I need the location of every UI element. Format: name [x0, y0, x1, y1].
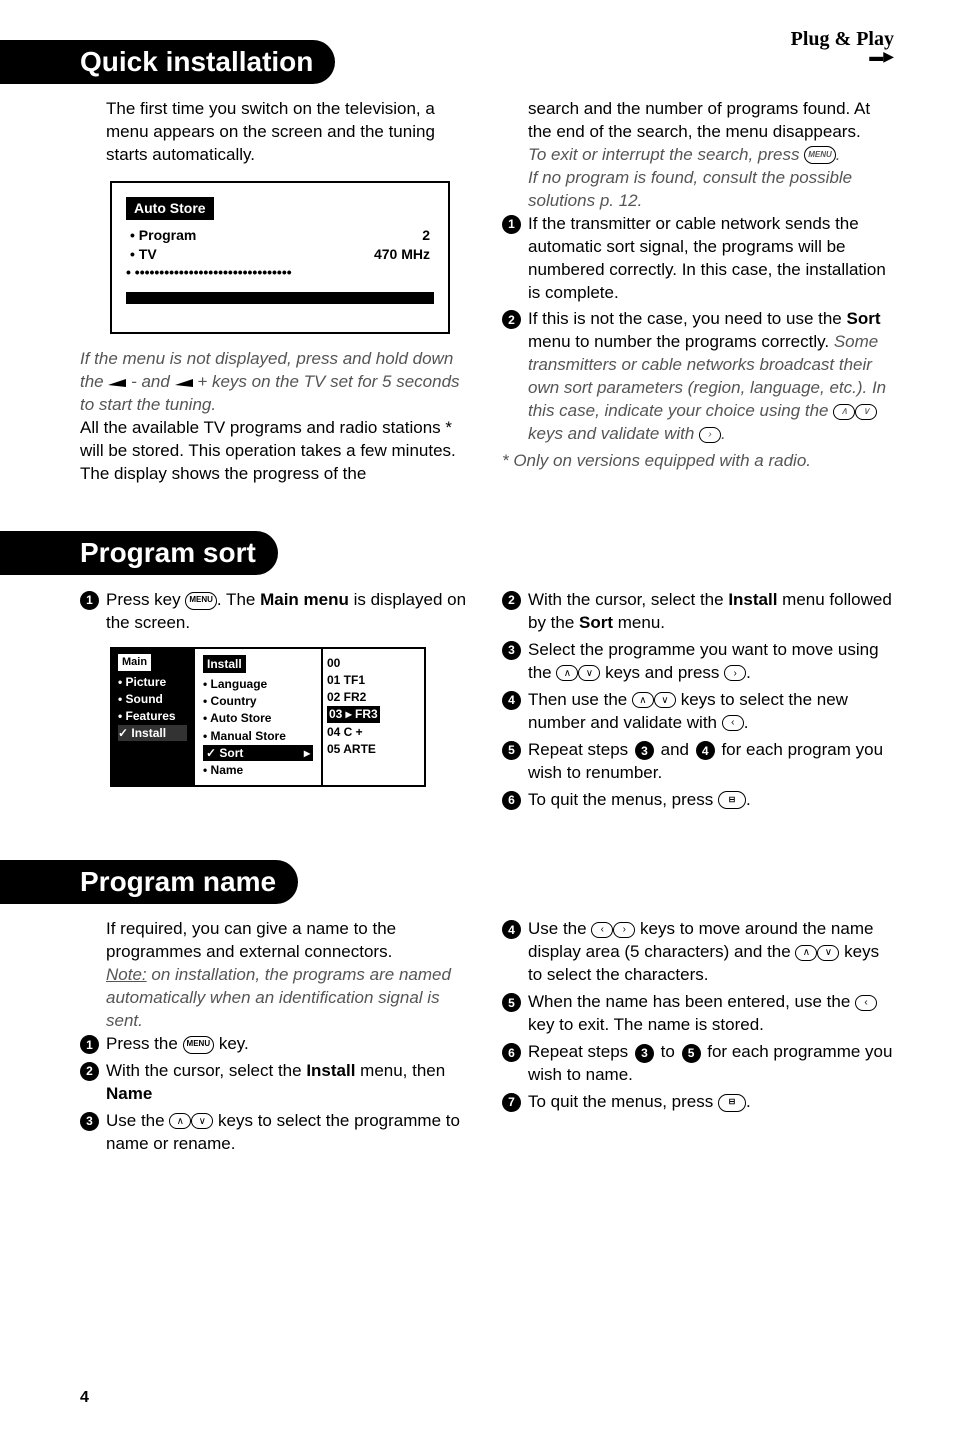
quick-exit-note: To exit or interrupt the search, press M… — [502, 144, 894, 167]
bullet-3-icon: 3 — [502, 641, 521, 660]
menu-row-dots: • •••••••••••••••••••••••••••••••• — [126, 263, 434, 282]
bullet-2-icon: 2 — [80, 1062, 99, 1081]
section-program-sort: Program sort 1 Press key MENU. The Main … — [80, 531, 894, 815]
bullet-6-icon: 6 — [502, 1043, 521, 1062]
up-key-icon: ∧ — [169, 1113, 191, 1129]
diagram-values-panel: 00 01 TF1 02 FR2 03 ▸ FR3 04 C + 05 ARTE — [321, 647, 426, 787]
right-key-icon: › — [724, 665, 746, 681]
sort-step-2: 2 With the cursor, select the Install me… — [502, 589, 894, 635]
diagram-install-panel: Install • Language • Country • Auto Stor… — [193, 647, 323, 787]
plug-and-play-badge: Plug & Play ▬▶ — [791, 28, 894, 65]
plug-text: Plug & Play — [791, 28, 894, 50]
volume-minus-icon — [108, 379, 126, 387]
menu-key-icon: MENU — [804, 146, 836, 164]
sort-step-6: 6 To quit the menus, press ⊟. — [502, 789, 894, 812]
quick-item-1: 1 If the transmitter or cable network se… — [502, 213, 894, 305]
bullet-2-icon: 2 — [502, 310, 521, 329]
diagram-main-panel: Main • Picture • Sound • Features ✓ Inst… — [110, 647, 195, 787]
section-title-quick: Quick installation — [0, 40, 335, 84]
name-step-5: 5 When the name has been entered, use th… — [502, 991, 894, 1037]
menu-progress-bar — [126, 292, 434, 304]
ref-4-icon: 4 — [696, 741, 715, 760]
name-step-2: 2 With the cursor, select the Install me… — [80, 1060, 472, 1106]
exit-key-icon: ⊟ — [718, 1094, 746, 1112]
menu-row-program: • Program 2 — [126, 226, 434, 245]
sort-right-col: 2 With the cursor, select the Install me… — [502, 589, 894, 815]
ref-3-icon: 3 — [635, 1044, 654, 1063]
bullet-5-icon: 5 — [502, 993, 521, 1012]
name-step-3: 3 Use the ∧∨ keys to select the programm… — [80, 1110, 472, 1156]
down-key-icon: ∨ — [654, 692, 676, 708]
quick-right-col: search and the number of programs found.… — [502, 98, 894, 486]
quick-noprog: If no program is found, consult the poss… — [502, 167, 894, 213]
bullet-4-icon: 4 — [502, 920, 521, 939]
bullet-7-icon: 7 — [502, 1093, 521, 1112]
exit-key-icon: ⊟ — [718, 791, 746, 809]
plug-icon: ▬▶ — [791, 48, 894, 65]
bullet-1-icon: 1 — [502, 215, 521, 234]
name-intro: If required, you can give a name to the … — [80, 918, 472, 964]
quick-item-2: 2 If this is not the case, you need to u… — [502, 308, 894, 446]
left-key-icon: ‹ — [591, 922, 613, 938]
name-step-1: 1 Press the MENU key. — [80, 1033, 472, 1056]
down-key-icon: ∨ — [855, 404, 877, 420]
right-key-icon: › — [699, 427, 721, 443]
ref-5-icon: 5 — [682, 1044, 701, 1063]
sort-left-col: 1 Press key MENU. The Main menu is displ… — [80, 589, 472, 815]
quick-cont: search and the number of programs found.… — [502, 98, 894, 144]
name-step-7: 7 To quit the menus, press ⊟. — [502, 1091, 894, 1114]
right-key-icon: › — [613, 922, 635, 938]
menu-row-tv: • TV 470 MHz — [126, 245, 434, 264]
name-step-4: 4 Use the ‹› keys to move around the nam… — [502, 918, 894, 987]
menu-title: Auto Store — [126, 197, 214, 220]
name-note: Note: on installation, the programs are … — [80, 964, 472, 1033]
quick-footnote: * Only on versions equipped with a radio… — [502, 450, 894, 473]
section-title-sort: Program sort — [0, 531, 278, 575]
section-title-name: Program name — [0, 860, 298, 904]
auto-store-menu: Auto Store • Program 2 • TV 470 MHz • ••… — [110, 181, 450, 335]
ref-3-icon: 3 — [635, 741, 654, 760]
volume-plus-icon — [175, 379, 193, 387]
sort-step-5: 5 Repeat steps 3 and 4 for each program … — [502, 739, 894, 785]
bullet-3-icon: 3 — [80, 1112, 99, 1131]
left-key-icon: ‹ — [855, 995, 877, 1011]
sort-step-1: 1 Press key MENU. The Main menu is displ… — [80, 589, 472, 635]
up-key-icon: ∧ — [632, 692, 654, 708]
bullet-4-icon: 4 — [502, 691, 521, 710]
menu-key-icon: MENU — [185, 592, 217, 610]
left-key-icon: ‹ — [722, 715, 744, 731]
down-key-icon: ∨ — [817, 945, 839, 961]
page-number: 4 — [80, 1389, 89, 1407]
down-key-icon: ∨ — [191, 1113, 213, 1129]
sort-diagram: Main • Picture • Sound • Features ✓ Inst… — [110, 647, 472, 787]
bullet-5-icon: 5 — [502, 741, 521, 760]
bullet-6-icon: 6 — [502, 791, 521, 810]
bullet-1-icon: 1 — [80, 1035, 99, 1054]
up-key-icon: ∧ — [556, 665, 578, 681]
bullet-2-icon: 2 — [502, 591, 521, 610]
name-step-6: 6 Repeat steps 3 to 5 for each programme… — [502, 1041, 894, 1087]
up-key-icon: ∧ — [833, 404, 855, 420]
name-right-col: 4 Use the ‹› keys to move around the nam… — [502, 918, 894, 1159]
sort-step-4: 4 Then use the ∧∨ keys to select the new… — [502, 689, 894, 735]
quick-intro: The first time you switch on the televis… — [80, 98, 472, 167]
up-key-icon: ∧ — [795, 945, 817, 961]
bullet-1-icon: 1 — [80, 591, 99, 610]
down-key-icon: ∨ — [578, 665, 600, 681]
quick-note-displayed: If the menu is not displayed, press and … — [80, 348, 472, 417]
quick-para2: All the available TV programs and radio … — [80, 417, 472, 486]
section-quick-installation: Quick installation The first time you sw… — [80, 40, 894, 486]
section-program-name: Program name If required, you can give a… — [80, 860, 894, 1159]
quick-left-col: The first time you switch on the televis… — [80, 98, 472, 486]
menu-key-icon: MENU — [183, 1036, 215, 1054]
name-left-col: If required, you can give a name to the … — [80, 918, 472, 1159]
sort-step-3: 3 Select the programme you want to move … — [502, 639, 894, 685]
